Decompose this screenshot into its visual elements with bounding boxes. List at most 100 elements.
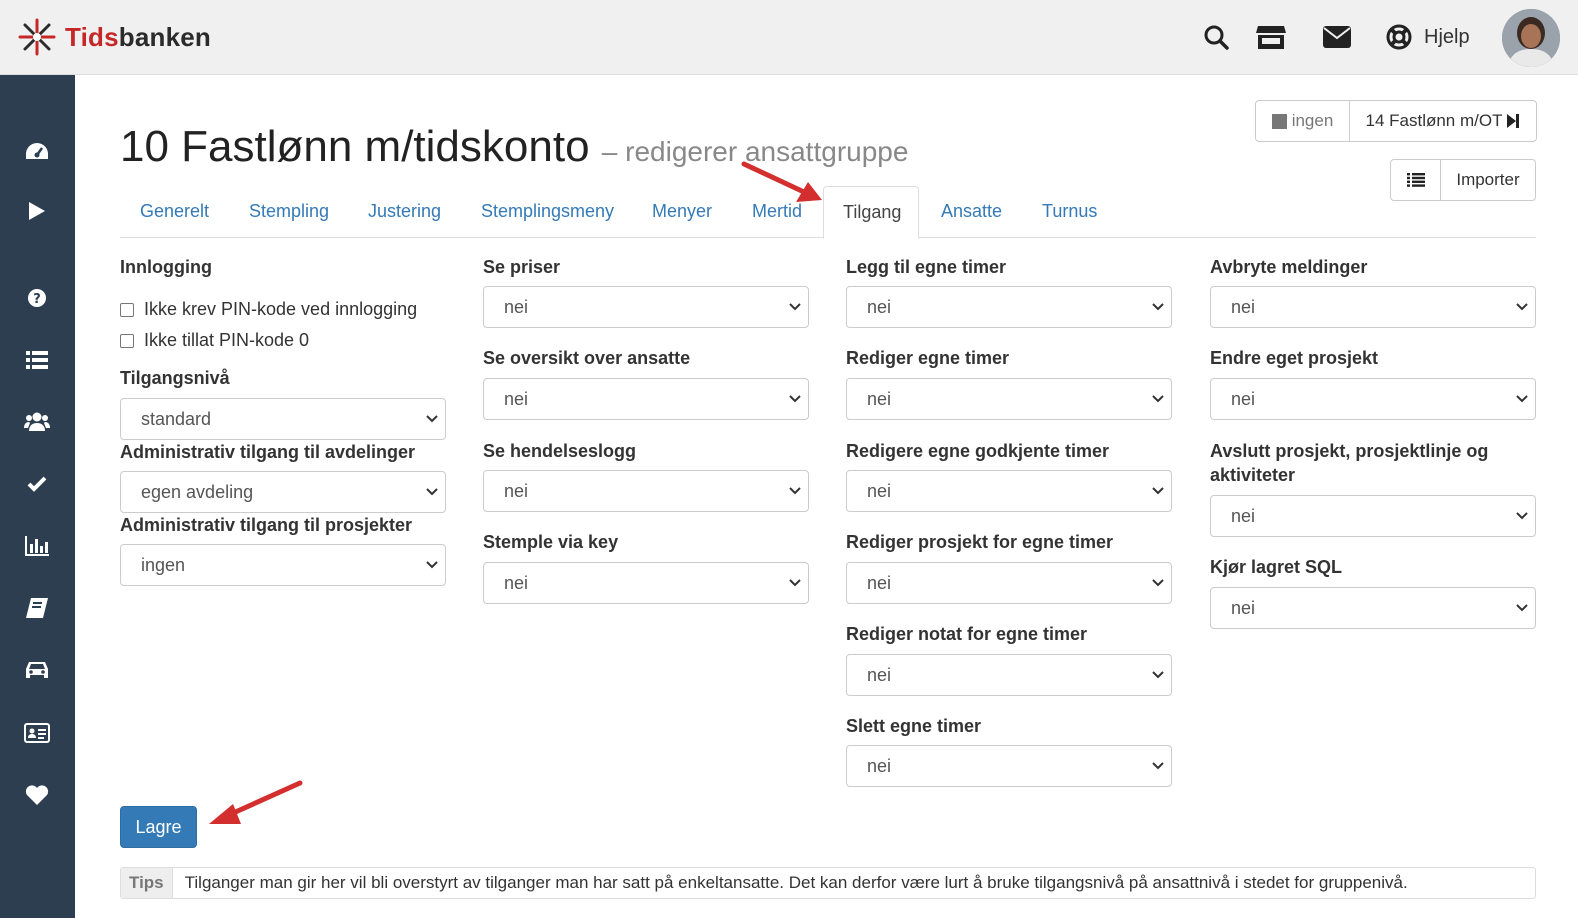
next-record-button[interactable]: 14 Fastlønn m/OT	[1349, 101, 1536, 141]
chevron-down-icon	[1516, 303, 1528, 311]
tab-mertid[interactable]: Mertid	[733, 186, 821, 238]
edit-project-own-hours-select[interactable]: nei	[846, 562, 1172, 604]
see-event-log-select[interactable]: nei	[483, 470, 809, 512]
previous-record-button[interactable]: ingen	[1256, 101, 1349, 141]
close-project-label-line1: Avslutt prosjekt, prosjektlinje og	[1210, 441, 1489, 461]
id-card-icon[interactable]	[22, 718, 52, 748]
tips-text: Tilganger man gir her vil bli overstyrt …	[184, 873, 1408, 892]
car-icon[interactable]	[22, 655, 52, 685]
disallow-pin-zero-label: Ikke tillat PIN-kode 0	[144, 330, 310, 350]
chevron-down-icon	[789, 579, 801, 587]
envelope-icon[interactable]	[1322, 22, 1352, 52]
disallow-pin-zero-checkbox[interactable]	[120, 333, 134, 348]
stamp-via-key-value: nei	[504, 573, 529, 593]
svg-text:?: ?	[33, 292, 41, 307]
no-pin-required-checkbox[interactable]	[120, 302, 134, 317]
dashboard-icon[interactable]	[22, 136, 52, 166]
edit-project-own-hours-label: Rediger prosjekt for egne timer	[846, 532, 1114, 552]
tab-stemplingsmeny[interactable]: Stemplingsmeny	[462, 186, 633, 238]
avatar[interactable]	[1502, 9, 1560, 67]
no-pin-required-label: Ikke krev PIN-kode ved innlogging	[144, 299, 418, 319]
access-level-label: Tilgangsnivå	[120, 368, 230, 388]
annotation-arrow-save	[209, 780, 303, 824]
top-bar: Tidsbanken Hjelp	[0, 0, 1578, 75]
question-icon[interactable]: ?	[22, 283, 52, 313]
checkbox-row-pin-zero: Ikke tillat PIN-kode 0	[120, 330, 309, 351]
admin-projects-label: Administrativ tilgang til prosjekter	[120, 515, 413, 535]
book-icon[interactable]	[22, 593, 52, 623]
record-navigator: ingen 14 Fastlønn m/OT	[1255, 100, 1537, 142]
list-icon[interactable]	[22, 345, 52, 375]
edit-project-own-hours-value: nei	[867, 573, 892, 593]
add-own-hours-value: nei	[867, 297, 892, 317]
admin-departments-label: Administrativ tilgang til avdelinger	[120, 442, 416, 462]
close-project-value: nei	[1231, 506, 1256, 526]
add-own-hours-select[interactable]: nei	[846, 286, 1172, 328]
tab-turnus[interactable]: Turnus	[1023, 186, 1116, 238]
delete-own-hours-value: nei	[867, 756, 892, 776]
admin-departments-select[interactable]: egen avdeling	[120, 471, 446, 513]
close-project-label-line2: aktiviteter	[1210, 465, 1296, 485]
see-prices-select[interactable]: nei	[483, 286, 809, 328]
admin-projects-select[interactable]: ingen	[120, 544, 446, 586]
tips-label: Tips	[121, 868, 173, 898]
chevron-down-icon	[789, 487, 801, 495]
close-project-select[interactable]: nei	[1210, 495, 1536, 537]
heart-icon[interactable]	[22, 780, 52, 810]
page-title-text: 10 Fastlønn m/tidskonto	[120, 122, 590, 171]
stamp-via-key-select[interactable]: nei	[483, 562, 809, 604]
tab-menyer[interactable]: Menyer	[633, 186, 731, 238]
tab-generelt[interactable]: Generelt	[121, 186, 228, 238]
save-button[interactable]: Lagre	[120, 806, 197, 848]
tips-box: Tips Tilganger man gir her vil bli overs…	[120, 867, 1536, 899]
edit-approved-hours-select[interactable]: nei	[846, 470, 1172, 512]
see-event-log-value: nei	[504, 481, 529, 501]
check-icon[interactable]	[22, 469, 52, 499]
admin-projects-value: ingen	[141, 555, 186, 575]
store-icon[interactable]	[1256, 22, 1286, 52]
logo-text-part2: banken	[118, 21, 212, 52]
edit-approved-hours-value: nei	[867, 481, 892, 501]
chevron-down-icon	[1516, 512, 1528, 520]
run-saved-sql-select[interactable]: nei	[1210, 587, 1536, 629]
sidebar: ?	[0, 75, 75, 918]
chevron-down-icon	[426, 561, 438, 569]
close-project-label: Avslutt prosjekt, prosjektlinje og aktiv…	[1210, 439, 1488, 487]
edit-own-hours-label: Rediger egne timer	[846, 348, 1010, 368]
edit-note-own-hours-value: nei	[867, 665, 892, 685]
tab-justering[interactable]: Justering	[349, 186, 460, 238]
login-heading: Innlogging	[120, 257, 212, 277]
cancel-messages-select[interactable]: nei	[1210, 286, 1536, 328]
page-subtitle: – redigerer ansattgruppe	[601, 136, 909, 167]
bar-chart-icon[interactable]	[22, 531, 52, 561]
tab-tilgang[interactable]: Tilgang	[823, 186, 919, 239]
search-icon[interactable]	[1201, 22, 1231, 52]
see-employees-select[interactable]: nei	[483, 378, 809, 420]
edit-own-hours-select[interactable]: nei	[846, 378, 1172, 420]
help-link[interactable]: Hjelp	[1424, 26, 1470, 49]
chevron-down-icon	[1152, 762, 1164, 770]
previous-record-label: ingen	[1291, 111, 1334, 130]
step-forward-icon	[1507, 114, 1520, 128]
edit-note-own-hours-label: Rediger notat for egne timer	[846, 624, 1088, 644]
access-level-select[interactable]: standard	[120, 398, 446, 440]
tab-stempling[interactable]: Stempling	[230, 186, 348, 238]
delete-own-hours-select[interactable]: nei	[846, 745, 1172, 787]
play-icon[interactable]	[22, 196, 52, 226]
chevron-down-icon	[426, 488, 438, 496]
page-title: 10 Fastlønn m/tidskonto – redigerer ansa…	[120, 122, 908, 172]
chevron-down-icon	[1516, 604, 1528, 612]
chevron-down-icon	[1152, 579, 1164, 587]
tab-ansatte[interactable]: Ansatte	[922, 186, 1021, 238]
chevron-down-icon	[426, 415, 438, 423]
see-prices-value: nei	[504, 297, 529, 317]
logo[interactable]: Tidsbanken	[17, 17, 211, 57]
change-own-project-label: Endre eget prosjekt	[1210, 348, 1379, 368]
edit-note-own-hours-select[interactable]: nei	[846, 654, 1172, 696]
run-saved-sql-value: nei	[1231, 598, 1256, 618]
users-icon[interactable]	[22, 406, 52, 436]
change-own-project-select[interactable]: nei	[1210, 378, 1536, 420]
admin-departments-value: egen avdeling	[141, 482, 254, 502]
chevron-down-icon	[1152, 395, 1164, 403]
lifebuoy-icon[interactable]	[1384, 22, 1414, 52]
